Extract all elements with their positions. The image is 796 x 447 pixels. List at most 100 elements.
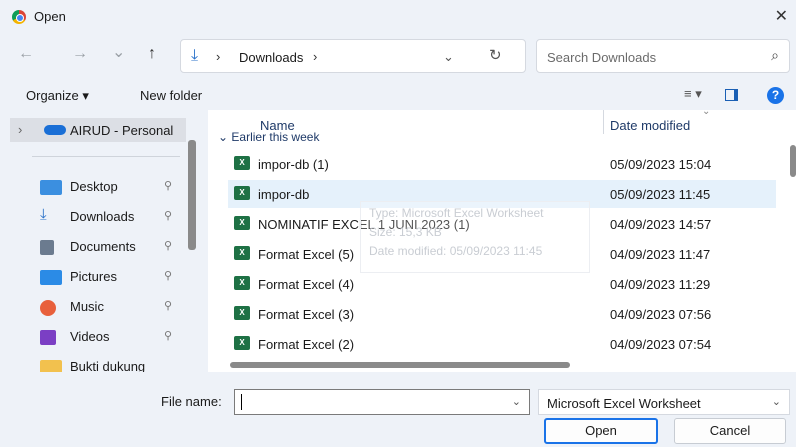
pin-icon[interactable]: ⚲ <box>164 299 172 312</box>
folder-icon <box>40 360 62 372</box>
excel-file-icon: X <box>234 246 250 260</box>
excel-file-icon: X <box>234 336 250 350</box>
tooltip-modified: Date modified: 05/09/2023 11:45 <box>369 244 543 258</box>
group-header[interactable]: ⌄ Earlier this week <box>218 130 319 144</box>
new-folder-button[interactable]: New folder <box>140 88 202 103</box>
file-type-value: Microsoft Excel Worksheet <box>547 396 701 411</box>
sidebar-item-label: Music <box>70 299 104 314</box>
text-caret <box>241 394 242 410</box>
sidebar-item-label: Videos <box>70 329 110 344</box>
sidebar-item-label: Bukti dukung <box>70 359 146 372</box>
sidebar-item-label: Pictures <box>70 269 117 284</box>
sidebar-item-music[interactable]: Music ⚲ <box>40 296 180 318</box>
file-date: 04/09/2023 07:54 <box>610 337 712 352</box>
column-header-date-modified[interactable]: Date modified <box>610 118 690 133</box>
forward-icon[interactable]: → <box>72 45 88 63</box>
navigation-pane: › AIRUD - Personal Desktop ⚲ ⤓ Downloads… <box>0 110 200 372</box>
help-icon[interactable]: ? <box>767 87 784 104</box>
sort-chevron-icon: ⌄ <box>702 106 711 117</box>
pictures-icon <box>40 270 62 285</box>
file-date: 04/09/2023 11:29 <box>610 277 711 292</box>
excel-file-icon: X <box>234 276 250 290</box>
preview-pane-icon[interactable] <box>725 89 738 101</box>
open-button[interactable]: Open <box>544 418 658 444</box>
file-name: Format Excel (4) <box>258 277 355 292</box>
group-label: Earlier this week <box>231 130 320 144</box>
collapse-chevron-icon[interactable]: ⌄ <box>218 130 228 144</box>
file-date: 04/09/2023 11:47 <box>610 247 711 262</box>
address-bar[interactable]: ⤓ › Downloads › ⌄ ↻ <box>180 39 526 73</box>
file-date: 05/09/2023 11:45 <box>610 187 711 202</box>
chevron-down-icon[interactable]: ⌄ <box>772 395 781 408</box>
videos-icon <box>40 330 56 345</box>
desktop-icon <box>40 180 62 195</box>
pin-icon[interactable]: ⚲ <box>164 209 172 222</box>
file-name: Format Excel (2) <box>258 337 355 352</box>
chrome-icon <box>12 10 26 24</box>
title-bar: Open ✕ <box>0 0 796 34</box>
table-row[interactable]: X Format Excel (2) 04/09/2023 07:54 <box>228 330 776 358</box>
search-icon[interactable]: ⌕ <box>771 47 779 64</box>
table-row[interactable]: X impor-db (1) 05/09/2023 15:04 <box>228 150 776 178</box>
excel-file-icon: X <box>234 306 250 320</box>
file-date: 05/09/2023 15:04 <box>610 157 712 172</box>
sidebar-item-onedrive[interactable]: › AIRUD - Personal <box>10 118 186 142</box>
sidebar-item-documents[interactable]: Documents ⚲ <box>40 236 180 258</box>
sidebar-item-label: Documents <box>70 239 136 254</box>
pin-icon[interactable]: ⚲ <box>164 329 172 342</box>
search-input[interactable]: Search Downloads ⌕ <box>536 39 790 73</box>
chevron-down-icon[interactable]: ⌄ <box>512 395 521 408</box>
expand-chevron-icon[interactable]: › <box>18 122 22 137</box>
pin-icon[interactable]: ⚲ <box>164 269 172 282</box>
file-type-select[interactable]: Microsoft Excel Worksheet ⌄ <box>538 389 790 415</box>
file-name: impor-db (1) <box>258 157 329 172</box>
sidebar-item-label: Downloads <box>70 209 135 224</box>
breadcrumb-separator-icon: › <box>216 49 221 64</box>
table-row[interactable]: X Format Excel (4) 04/09/2023 11:29 <box>228 270 776 298</box>
up-icon[interactable]: ↑ <box>148 45 156 63</box>
file-name: impor-db <box>258 187 310 202</box>
file-name-label: File name: <box>161 394 222 409</box>
file-date: 04/09/2023 14:57 <box>610 217 712 232</box>
pin-icon[interactable]: ⚲ <box>164 179 172 192</box>
address-dropdown-icon[interactable]: ⌄ <box>443 49 454 65</box>
pin-icon[interactable]: ⚲ <box>164 239 172 252</box>
sidebar-item-pictures[interactable]: Pictures ⚲ <box>40 266 180 288</box>
file-date: 04/09/2023 07:56 <box>610 307 712 322</box>
sidebar-item-videos[interactable]: Videos ⚲ <box>40 326 180 348</box>
download-icon: ⤓ <box>40 206 47 223</box>
excel-file-icon: X <box>234 216 250 230</box>
file-name-input[interactable]: ⌄ <box>234 389 530 415</box>
back-icon[interactable]: ← <box>18 45 34 63</box>
sidebar-item-label: Desktop <box>70 179 118 194</box>
refresh-icon[interactable]: ↻ <box>489 46 502 64</box>
sidebar-item-downloads[interactable]: ⤓ Downloads ⚲ <box>40 206 180 228</box>
table-row[interactable]: X Format Excel (3) 04/09/2023 07:56 <box>228 300 776 328</box>
file-list-horizontal-scrollbar[interactable] <box>230 362 570 368</box>
tooltip-type: Type: Microsoft Excel Worksheet <box>369 206 544 220</box>
sidebar-scrollbar[interactable] <box>188 140 196 250</box>
file-info-tooltip: Type: Microsoft Excel Worksheet Size: 15… <box>360 201 590 273</box>
view-options-icon[interactable]: ≡ ▾ <box>684 86 702 102</box>
file-name: Format Excel (3) <box>258 307 355 322</box>
excel-file-icon: X <box>234 156 250 170</box>
sidebar-item-label: AIRUD - Personal <box>70 123 174 138</box>
onedrive-cloud-icon <box>44 125 66 135</box>
file-name: Format Excel (5) <box>258 247 355 262</box>
close-icon[interactable]: ✕ <box>775 6 788 26</box>
organize-button[interactable]: Organize ▾ <box>26 88 89 104</box>
tooltip-size: Size: 15,3 KB <box>369 225 442 239</box>
window-title: Open <box>34 9 66 24</box>
excel-file-icon: X <box>234 186 250 200</box>
cancel-button[interactable]: Cancel <box>674 418 786 444</box>
recent-locations-chevron-icon[interactable]: ⌄ <box>112 42 125 62</box>
sidebar-item-desktop[interactable]: Desktop ⚲ <box>40 176 180 198</box>
file-list-vertical-scrollbar[interactable] <box>790 145 796 177</box>
breadcrumb-separator-icon[interactable]: › <box>313 49 317 64</box>
search-placeholder: Search Downloads <box>547 50 657 65</box>
breadcrumb-downloads[interactable]: Downloads <box>239 50 303 65</box>
dialog-footer: File name: ⌄ Microsoft Excel Worksheet ⌄… <box>0 372 796 447</box>
sidebar-item-bukti-dukung[interactable]: Bukti dukung <box>40 356 180 372</box>
command-bar: Organize ▾ New folder ≡ ▾ ? <box>0 80 796 110</box>
column-divider[interactable] <box>603 110 604 134</box>
